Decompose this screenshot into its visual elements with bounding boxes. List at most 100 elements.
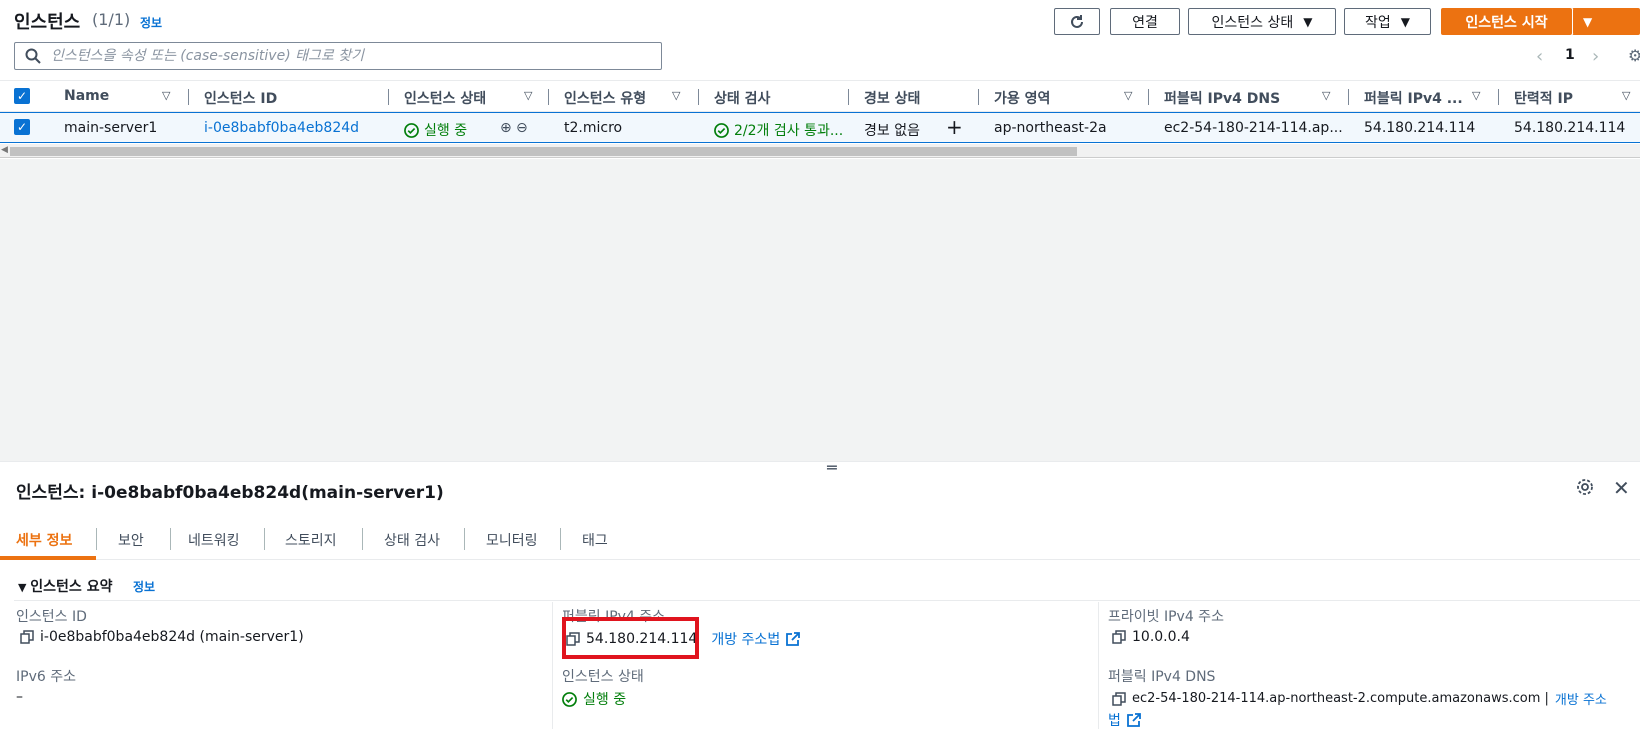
external-link-icon[interactable] <box>786 632 801 646</box>
page-title: 인스턴스 <box>14 12 81 33</box>
summary-toggle[interactable]: ▼ 인스턴스 요약 <box>18 576 112 596</box>
tab-security[interactable]: 보안 <box>118 530 144 550</box>
scrollbar-thumb[interactable] <box>10 147 1077 156</box>
cell-instance-id-link[interactable]: i-0e8babf0ba4eb824d <box>204 120 359 136</box>
actions-dropdown[interactable]: 작업 ▼ <box>1344 8 1431 35</box>
cell-public-ip: 54.180.214.114 <box>1364 120 1476 136</box>
sort-icon[interactable]: ▽ <box>1622 89 1630 102</box>
column-divider[interactable] <box>848 89 849 105</box>
col-instance-state[interactable]: 인스턴스 상태 <box>404 88 486 108</box>
col-elastic-ip[interactable]: 탄력적 IP <box>1514 88 1573 108</box>
col-alarm-status[interactable]: 경보 상태 <box>864 88 920 108</box>
instance-state-text: 실행 중 <box>583 692 627 708</box>
tab-status-checks[interactable]: 상태 검사 <box>384 530 440 550</box>
tab-storage[interactable]: 스토리지 <box>285 530 337 550</box>
open-address-link[interactable]: 개방 주소법 <box>711 629 780 649</box>
table-header: ✓ Name ▽ 인스턴스 ID 인스턴스 상태 ▽ 인스턴스 유형 ▽ 상태 … <box>0 80 1640 112</box>
launch-instance-button[interactable]: 인스턴스 시작 <box>1441 8 1572 35</box>
col-status-check[interactable]: 상태 검사 <box>714 88 770 108</box>
column-divider[interactable] <box>188 89 189 105</box>
table-row[interactable]: ✓ main-server1 i-0e8babf0ba4eb824d 실행 중 … <box>0 112 1640 143</box>
col-instance-id[interactable]: 인스턴스 ID <box>204 88 277 108</box>
previous-page-icon[interactable]: ‹ <box>1536 46 1543 67</box>
column-divider[interactable] <box>1498 89 1499 105</box>
page-number[interactable]: 1 <box>1565 47 1575 63</box>
external-link-icon[interactable] <box>1126 713 1141 727</box>
check-circle-icon <box>714 122 729 138</box>
tab-divider <box>464 528 465 550</box>
sort-icon[interactable]: ▽ <box>1124 89 1132 102</box>
scroll-left-icon[interactable]: ◀ <box>1 145 8 155</box>
public-dns-open-link-tail[interactable]: 법 <box>1108 710 1121 729</box>
col-public-ip[interactable]: 퍼블릭 IPv4 ... <box>1364 88 1463 108</box>
cell-alarm-status: 경보 없음 <box>864 123 920 139</box>
sort-icon[interactable]: ▽ <box>162 89 170 102</box>
instance-state-label: 인스턴스 상태 <box>1211 14 1294 31</box>
col-name[interactable]: Name <box>64 88 109 104</box>
cell-availability-zone: ap-northeast-2a <box>994 120 1107 136</box>
public-dns-link-continued[interactable]: 법 <box>1108 710 1141 729</box>
refresh-button[interactable] <box>1054 8 1100 35</box>
sort-icon[interactable]: ▽ <box>1472 89 1480 102</box>
panel-splitter[interactable] <box>0 461 1640 462</box>
detail-tabs: 세부 정보 보안 네트워킹 스토리지 상태 검사 모니터링 태그 <box>0 520 1640 560</box>
search-input[interactable] <box>51 48 631 64</box>
tab-divider <box>362 528 363 550</box>
zoom-in-icon[interactable]: ⊕ <box>500 120 512 136</box>
tab-tags[interactable]: 태그 <box>582 530 608 550</box>
tab-monitoring[interactable]: 모니터링 <box>486 530 538 550</box>
check-circle-icon <box>404 122 419 138</box>
instance-id-text: i-0e8babf0ba4eb824d (main-server1) <box>40 629 304 645</box>
instance-count: (1/1) <box>92 10 131 29</box>
close-icon[interactable]: ✕ <box>1613 476 1630 500</box>
search-box[interactable] <box>14 42 662 70</box>
col-availability-zone[interactable]: 가용 영역 <box>994 88 1050 108</box>
tab-divider <box>560 528 561 550</box>
sort-icon[interactable]: ▽ <box>1322 89 1330 102</box>
column-divider[interactable] <box>698 89 699 105</box>
public-dns-open-link[interactable]: 개방 주소 <box>1555 689 1607 708</box>
column-divider[interactable] <box>1348 89 1349 105</box>
status-check-label: 2/2개 검사 통과... <box>734 123 844 139</box>
launch-instance-label: 인스턴스 시작 <box>1465 14 1548 31</box>
sort-icon[interactable]: ▽ <box>672 89 680 102</box>
select-all-checkbox[interactable]: ✓ <box>14 88 30 104</box>
gear-icon[interactable]: ⚙ <box>1628 46 1640 65</box>
actions-label: 작업 <box>1365 14 1391 31</box>
cell-status-check[interactable]: 2/2개 검사 통과... <box>714 120 843 140</box>
copy-icon[interactable] <box>1112 691 1126 706</box>
connect-button[interactable]: 연결 <box>1110 8 1180 35</box>
column-divider[interactable] <box>978 89 979 105</box>
instance-state-dropdown[interactable]: 인스턴스 상태 ▼ <box>1188 8 1336 35</box>
tab-divider <box>170 528 171 550</box>
info-link[interactable]: 정보 <box>140 14 162 31</box>
next-page-icon[interactable]: › <box>1592 46 1599 67</box>
copy-icon[interactable] <box>1112 630 1126 644</box>
private-ipv4-text: 10.0.0.4 <box>1132 629 1190 645</box>
summary-info-link[interactable]: 정보 <box>133 578 155 595</box>
tab-networking[interactable]: 네트워킹 <box>188 530 240 550</box>
launch-instance-menu-button[interactable]: ▼ <box>1572 8 1640 35</box>
horizontal-scrollbar[interactable]: ◀ <box>0 144 1640 158</box>
copy-icon[interactable] <box>20 630 34 644</box>
cell-name: main-server1 <box>64 120 158 136</box>
public-dns-label: 퍼블릭 IPv4 DNS <box>1108 669 1216 685</box>
column-divider[interactable] <box>388 89 389 105</box>
zoom-out-icon[interactable]: ⊖ <box>516 120 528 136</box>
row-checkbox[interactable]: ✓ <box>14 119 30 135</box>
divider <box>14 600 1640 601</box>
caret-down-icon: ▼ <box>18 581 31 594</box>
plus-icon[interactable]: + <box>946 115 963 139</box>
sort-icon[interactable]: ▽ <box>524 89 532 102</box>
drag-handle-icon[interactable]: ═ <box>827 458 837 477</box>
column-divider <box>1098 602 1099 729</box>
instance-state-value: 실행 중 <box>562 689 626 709</box>
column-divider[interactable] <box>1148 89 1149 105</box>
gear-icon[interactable] <box>1576 478 1594 496</box>
tab-details[interactable]: 세부 정보 <box>16 530 72 550</box>
column-divider[interactable] <box>548 89 549 105</box>
cell-instance-state: 실행 중 <box>404 120 467 140</box>
column-divider <box>552 602 553 729</box>
col-instance-type[interactable]: 인스턴스 유형 <box>564 88 646 108</box>
col-public-dns[interactable]: 퍼블릭 IPv4 DNS <box>1164 88 1280 108</box>
